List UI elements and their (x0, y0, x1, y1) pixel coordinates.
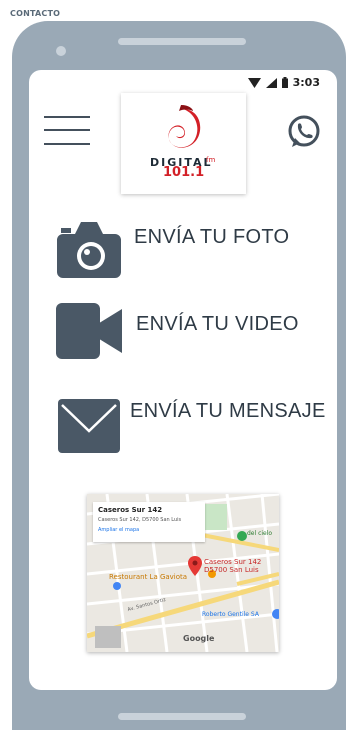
poi-top-label: del cielo (247, 530, 273, 537)
send-photo-button[interactable]: ENVÍA TU FOTO (57, 220, 307, 278)
marker-label-line2: D5700 San Luis (204, 566, 259, 574)
marker-label-line1: Caseros Sur 142 (204, 558, 262, 566)
send-photo-label: ENVÍA TU FOTO (134, 226, 290, 248)
logo-frequency: 101.1 (163, 165, 205, 180)
map-info-popup: Caseros Sur 142 Caseros Sur 142, D5700 S… (93, 502, 205, 542)
camera-icon (57, 222, 121, 278)
send-message-button[interactable]: ENVÍA TU MENSAJE (58, 399, 328, 453)
page-title: CONTACTO (10, 9, 61, 18)
marker-label: Caseros Sur 142 D5700 San Luis (204, 558, 261, 574)
video-camera-icon (56, 303, 122, 359)
front-camera (56, 46, 66, 56)
battery-icon (281, 77, 288, 88)
signal-icon (265, 77, 277, 88)
whatsapp-icon[interactable] (286, 114, 322, 150)
popup-title: Caseros Sur 142 (98, 506, 163, 514)
menu-line-icon (44, 116, 90, 118)
popup-address: Caseros Sur 142, D5700 San Luis (98, 517, 182, 523)
bottom-speaker (118, 713, 246, 720)
send-message-label: ENVÍA TU MENSAJE (130, 400, 326, 422)
logo-band: fm (206, 156, 216, 164)
poi-right-label: Roberto Gentile SA (202, 611, 259, 618)
earpiece-speaker (118, 38, 246, 45)
envelope-icon (58, 399, 120, 453)
menu-line-icon (44, 129, 90, 131)
logo-swirl-icon (168, 105, 201, 148)
status-time: 3:03 (292, 76, 320, 89)
location-map[interactable]: Caseros Sur 142 D5700 San Luis Restouran… (87, 494, 279, 652)
poi-restaurant-label: Restourant La Gaviota (109, 573, 188, 581)
google-logo: Google (183, 634, 215, 643)
popup-link[interactable]: Ampliar el mapa (98, 527, 200, 533)
menu-button[interactable] (44, 116, 90, 146)
send-video-label: ENVÍA TU VIDEO (136, 313, 299, 335)
wifi-icon (247, 77, 261, 88)
location-marker-icon (188, 556, 202, 576)
send-video-button[interactable]: ENVÍA TU VIDEO (56, 303, 306, 359)
menu-line-icon (44, 143, 90, 145)
status-bar: 3:03 (247, 76, 320, 89)
